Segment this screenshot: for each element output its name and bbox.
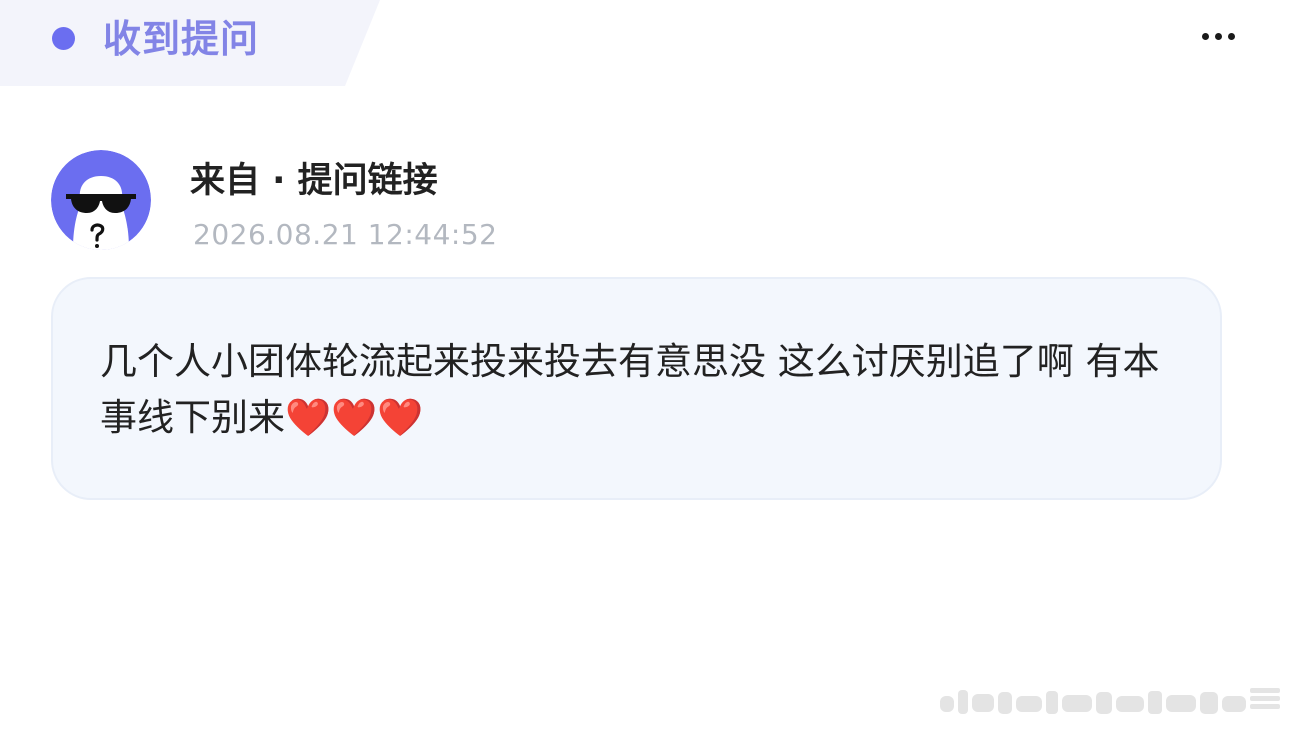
watermark xyxy=(940,688,1280,714)
page-title: 收到提问 xyxy=(103,17,260,61)
sender-name: 来自 · 提问链接 xyxy=(190,161,438,201)
header-dot-icon xyxy=(52,27,75,50)
question-card: 收到提问 来自 · 提问链接 2026.08.21 12:44:52 几个人小团… xyxy=(0,0,1300,731)
heart-icon: ❤️❤️❤️ xyxy=(285,396,424,439)
question-line-1: 几个人小团体轮流起来投来投去有意思没 这么讨厌别 xyxy=(100,340,963,383)
timestamp: 2026.08.21 12:44:52 xyxy=(193,218,498,251)
question-text: 几个人小团体轮流起来投来投去有意思没 这么讨厌别追了啊 有本事线下别来❤️❤️❤… xyxy=(100,334,1180,446)
more-options-button[interactable] xyxy=(1192,18,1244,54)
avatar[interactable] xyxy=(51,150,151,250)
anonymous-sunglasses-avatar-icon xyxy=(51,150,151,250)
more-horizontal-icon xyxy=(1201,32,1235,40)
